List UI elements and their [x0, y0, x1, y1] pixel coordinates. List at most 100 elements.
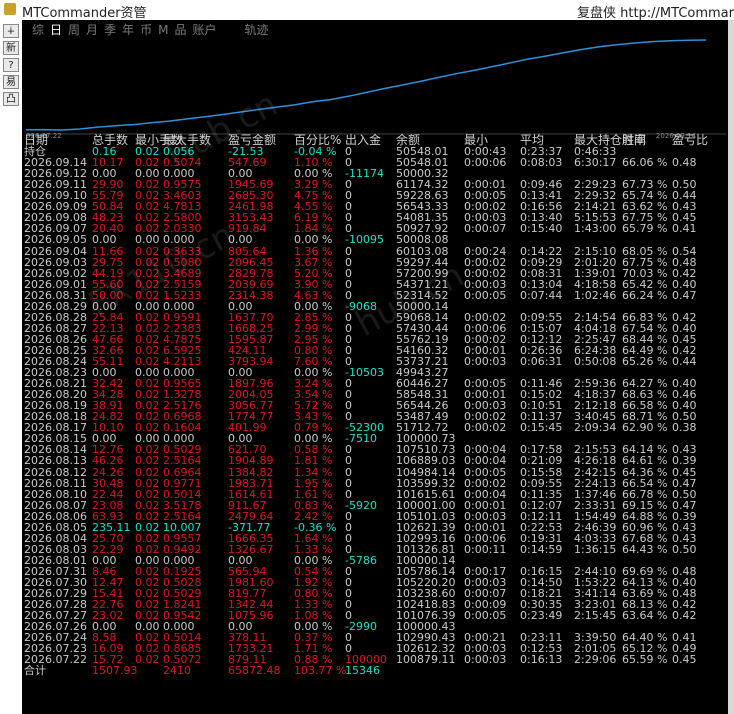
cell-lots: 29.75 [92, 255, 124, 269]
cell-avg-time: 0:15:58 [520, 465, 563, 479]
cell-pl-ratio: 0.47 [672, 288, 697, 302]
cell-pnl: 1614.61 [228, 487, 274, 501]
cell-max-lots: 0.5080 [163, 255, 202, 269]
cell-balance: 54371.21 [396, 277, 449, 291]
cell-max-lots: 3.5178 [163, 498, 202, 512]
cell-min-time: 0:00:02 [464, 421, 507, 435]
cell-win-rate: 64.36 % [622, 465, 668, 479]
cell-date: 2026.08.10 [24, 487, 87, 501]
cell-pl-ratio: 0.47 [672, 498, 697, 512]
cell-min-time: 0:00:04 [464, 487, 507, 501]
cell-min-time: 0:00:05 [464, 288, 507, 302]
cell-avg-time: 0:08:31 [520, 266, 563, 280]
cell-pl-ratio: 0.45 [672, 465, 697, 479]
cell-pl-ratio: 0.54 [672, 244, 697, 258]
cell-max-time: 1:36:15 [574, 542, 617, 556]
cell-min-lots: 0.02 [135, 255, 160, 269]
replay-link[interactable]: 复盘侠 http://MTCommar [577, 2, 734, 21]
cell-win-rate: 65.79 % [622, 222, 668, 236]
cell-max-lots: 2.5164 [163, 454, 202, 468]
cell-balance: 104984.14 [396, 465, 456, 479]
cell-avg-time: 0:11:35 [520, 487, 563, 501]
toolbar-button[interactable]: 新 [3, 41, 19, 55]
cell-min-time: 0:00:06 [464, 156, 507, 170]
cell-lots: 24.26 [92, 465, 124, 479]
cell-pct: 3.67 % [294, 255, 333, 269]
cell-max-time: 4:26:18 [574, 454, 617, 468]
cell-pnl: 911.67 [228, 498, 267, 512]
cell-win-rate: 66.54 % [622, 476, 668, 490]
cell-max-time: 4:18:58 [574, 277, 617, 291]
cell-min-lots: 0.02 [135, 266, 160, 280]
cell-min-time: 0:00:05 [464, 609, 507, 623]
table-row: 2026.09.02 44.19 0.02 3.4689 2829.78 5.20 % 0 5… [22, 268, 728, 279]
toolbar-button[interactable]: ? [3, 58, 19, 72]
cell-win-rate: 69.15 % [622, 498, 668, 512]
cell-max-lots: 0.6964 [163, 465, 202, 479]
cell-min-time: 0:00:03 [464, 653, 507, 667]
cell-avg-time: 0:09:29 [520, 255, 563, 269]
cell-min-lots: 0.00 [135, 233, 160, 247]
header-win: 胜率 [622, 133, 647, 147]
cell-min-lots: 0.02 [135, 465, 160, 479]
cell-pl-ratio: 0.42 [672, 609, 697, 623]
table-row: 2026.09.04 11.66 0.02 0.3633 805.64 1.36 % 0 60… [22, 246, 728, 257]
cell-max-lots: 0.3633 [163, 244, 202, 258]
cell-win-rate: 62.90 % [622, 421, 668, 435]
cell-win-rate: 66.24 % [622, 288, 668, 302]
cell-pl-ratio: 0.48 [672, 156, 697, 170]
cell-min-time: 0:00:02 [464, 266, 507, 280]
cell-pct: 0.83 % [294, 498, 333, 512]
table-row: 2026.09.01 55.60 0.02 2.5159 2039.69 3.90 % 0 5… [22, 279, 728, 290]
table-row: 2026.08.11 30.48 0.02 0.9771 1983.71 1.95 % 0 1… [22, 478, 728, 489]
cell-avg-time: 0:15:45 [520, 421, 563, 435]
cell-min-time: 0:00:11 [464, 542, 507, 556]
total-io: 15346 [345, 664, 380, 678]
cell-win-rate: 66.78 % [622, 487, 668, 501]
cell-avg-time: 0:06:31 [520, 355, 563, 368]
cell-avg-time: 0:09:55 [520, 476, 563, 490]
scrollbar[interactable] [728, 20, 734, 714]
cell-date: 2026.08.13 [24, 454, 87, 468]
cell-pl-ratio: 0.41 [672, 222, 697, 236]
table-header: 日期 总手数 最小手数 最大手数 盈亏金额 百分比% 出入金 余额 最小 平均 最大持仓时间 胜率 盈亏… [22, 133, 728, 147]
cell-min-lots: 0.02 [135, 277, 160, 291]
cell-min-time: 0:00:03 [464, 355, 507, 368]
cell-max-time: 2:33:31 [574, 498, 617, 512]
cell-min-time: 0:00:02 [464, 476, 507, 490]
cell-min-lots: 0.02 [135, 476, 160, 490]
cell-max-lots: 0.000 [163, 233, 195, 247]
cell-pct: 1.36 % [294, 244, 333, 258]
cell-pl-ratio: 0.50 [672, 542, 697, 556]
cell-min-time: 0:00:04 [464, 454, 507, 468]
left-toolbar: ∔ 新? 易凸 [0, 20, 22, 714]
cell-min-time: 0:00:02 [464, 255, 507, 269]
cell-max-time: 1:02:46 [574, 288, 617, 302]
cell-pct: 1.34 % [294, 465, 333, 479]
table-row: 2026.08.10 22.44 0.02 0.5014 1614.61 1.61 % 0 1… [22, 489, 728, 500]
table-row: 2026.08.12 24.26 0.02 0.6964 1384.82 1.34 % 0 1… [22, 467, 728, 478]
cell-max-lots: 3.4689 [163, 266, 202, 280]
toolbar-button[interactable]: 凸 [3, 92, 19, 106]
total-pct: 103.77 % [294, 664, 347, 678]
toolbar-button[interactable]: ∔ [3, 24, 19, 38]
cell-pct: 3.90 % [294, 277, 333, 291]
cell-pct: 1.81 % [294, 454, 333, 468]
cell-pl-ratio: 0.48 [672, 255, 697, 269]
cell-avg-time: 0:12:07 [520, 498, 563, 512]
cell-pl-ratio: 0.45 [672, 653, 697, 667]
cell-avg-time: 0:23:49 [520, 609, 563, 623]
table-row: 2026.09.03 29.75 0.02 0.5080 2096.45 3.67 % 0 5… [22, 257, 728, 268]
cell-io: 0 [345, 266, 352, 280]
cell-io: 0 [345, 454, 352, 468]
cell-date: 2026.08.07 [24, 498, 87, 512]
window-title: MTCommander资管 [22, 6, 147, 21]
cell-pnl: 805.64 [228, 244, 267, 258]
cell-min-lots: 0.02 [135, 653, 160, 667]
toolbar-button[interactable]: 易 [3, 75, 19, 89]
cell-date: 2026.08.12 [24, 465, 87, 479]
total-label: 合计 [24, 664, 46, 678]
cell-balance: 50008.08 [396, 233, 449, 247]
cell-pl-ratio: 0.44 [672, 355, 697, 368]
cell-pl-ratio: 0.47 [672, 476, 697, 490]
